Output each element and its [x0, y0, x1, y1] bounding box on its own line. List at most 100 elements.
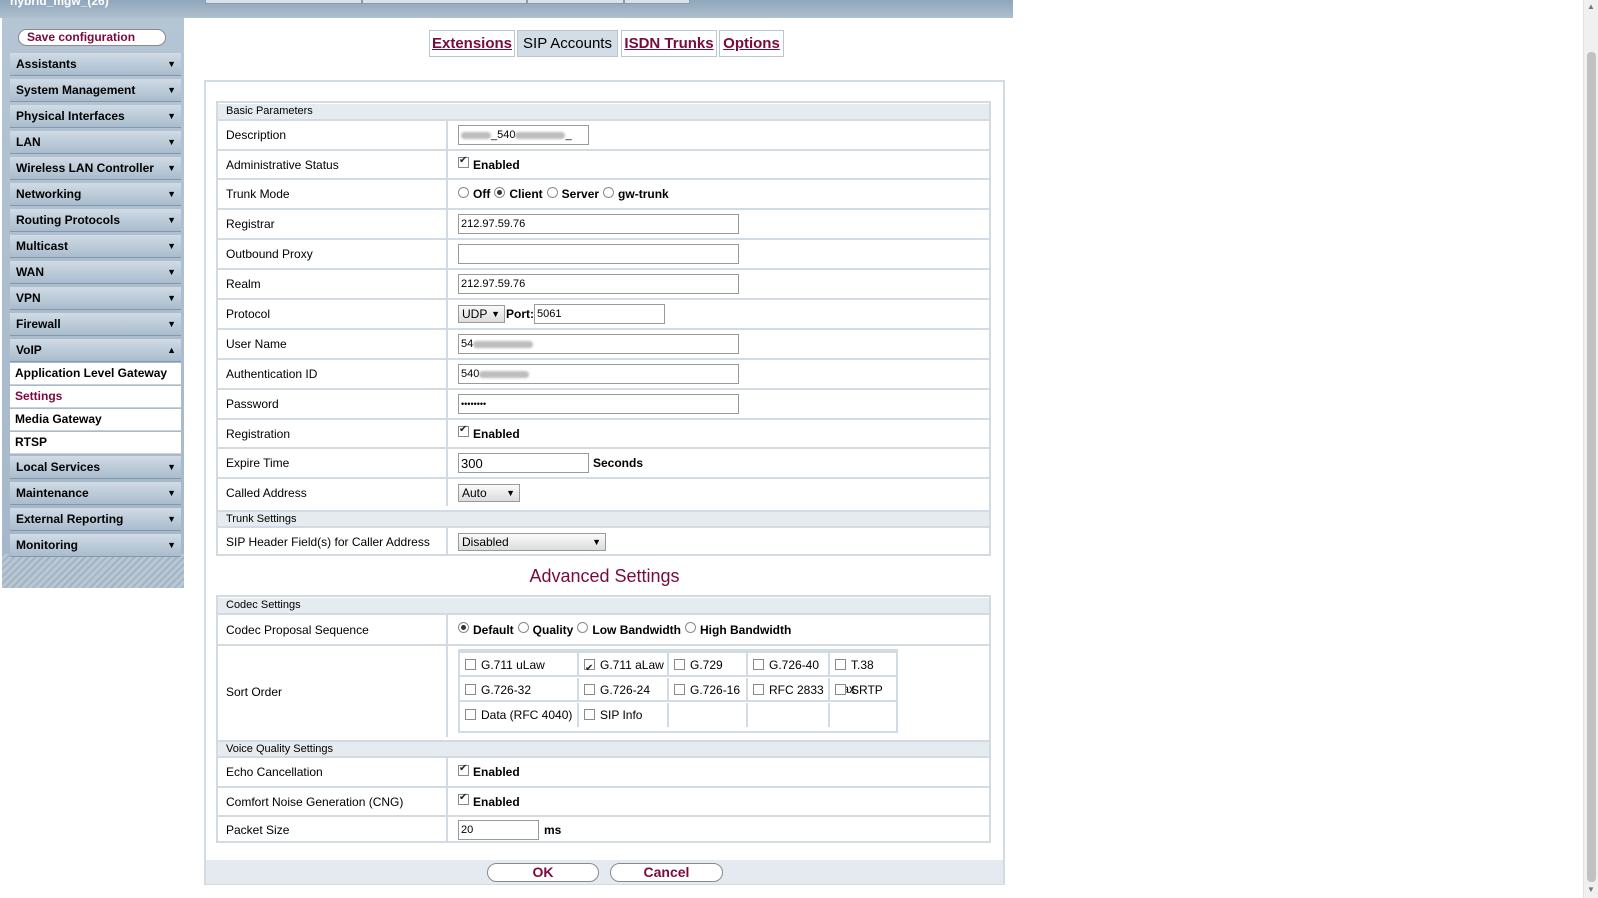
- protocol-select[interactable]: UDP ▼: [458, 305, 505, 323]
- codec-data-rfc4040-checkbox[interactable]: [465, 709, 476, 721]
- codec-cell[interactable]: G.729: [669, 653, 748, 677]
- called-address-select[interactable]: Auto ▼: [458, 483, 520, 502]
- description-input[interactable]: _540 _: [458, 125, 589, 145]
- codec-g726-24-checkbox[interactable]: [584, 684, 595, 696]
- authentication-id-label: Authentication ID: [218, 360, 448, 388]
- codec-g729-checkbox[interactable]: [674, 659, 685, 671]
- sidebar-item-routing-protocols[interactable]: Routing Protocols ▼: [10, 209, 181, 232]
- cng-checkbox[interactable]: [458, 792, 469, 805]
- tab-extensions-link[interactable]: Extensions: [432, 35, 512, 52]
- codec-cell[interactable]: RFC 2833: [748, 678, 830, 702]
- row-registration: Registration Enabled: [218, 418, 989, 447]
- registrar-input[interactable]: [458, 214, 739, 234]
- expire-time-input[interactable]: [458, 453, 589, 473]
- codec-t38-fax-checkbox[interactable]: [835, 659, 846, 671]
- tab-options-link[interactable]: Options: [723, 35, 780, 52]
- codec-cell[interactable]: G.726-24: [579, 678, 669, 702]
- sidebar-item-vpn[interactable]: VPN ▼: [10, 287, 181, 310]
- trunk-mode-gw-trunk-radio[interactable]: [603, 186, 615, 198]
- codec-label: Data (RFC 4040): [481, 708, 573, 722]
- sidebar-item-maintenance[interactable]: Maintenance ▼: [10, 482, 181, 505]
- sidebar-item-firewall[interactable]: Firewall ▼: [10, 313, 181, 336]
- enabled-label: Enabled: [473, 426, 520, 441]
- save-configuration-button[interactable]: Save configuration: [18, 29, 166, 46]
- sidebar-item-external-reporting[interactable]: External Reporting ▼: [10, 508, 181, 531]
- sip-header-fields-select[interactable]: Disabled ▼: [458, 532, 606, 551]
- row-administrative-status: Administrative Status Enabled: [218, 149, 989, 178]
- codec-sip-info-checkbox[interactable]: [584, 709, 595, 721]
- sidebar-item-multicast[interactable]: Multicast ▼: [10, 235, 181, 258]
- user-name-input[interactable]: 54: [458, 334, 739, 354]
- top-tab-stub[interactable]: [362, 0, 527, 4]
- password-input[interactable]: [458, 394, 739, 414]
- sidebar-item-system-management[interactable]: System Management ▼: [10, 79, 181, 102]
- codec-cell[interactable]: SRTP: [830, 678, 896, 702]
- administrative-status-checkbox[interactable]: [458, 155, 469, 168]
- scrollbar-thumb[interactable]: [1587, 52, 1596, 882]
- codec-cell[interactable]: G.711 aLaw: [579, 653, 669, 681]
- ok-button[interactable]: OK: [487, 863, 599, 882]
- codec-cell[interactable]: G.726-32: [460, 678, 579, 702]
- tab-sip-accounts[interactable]: SIP Accounts: [517, 30, 618, 57]
- sidebar-item-physical-interfaces[interactable]: Physical Interfaces ▼: [10, 105, 181, 128]
- port-input[interactable]: [534, 304, 665, 324]
- top-tab-stub[interactable]: [205, 0, 362, 4]
- packet-size-input[interactable]: [458, 820, 539, 840]
- tab-isdn-trunks-link[interactable]: ISDN Trunks: [624, 35, 713, 52]
- sidebar-item-voip[interactable]: VoIP ▲: [10, 339, 181, 362]
- trunk-mode-off-radio[interactable]: [458, 186, 469, 198]
- codec-g726-40-checkbox[interactable]: [753, 659, 764, 671]
- top-tab-stub[interactable]: [527, 0, 624, 4]
- proposal-quality-radio[interactable]: [517, 622, 529, 633]
- sidebar-subitem-media-gateway[interactable]: Media Gateway: [10, 409, 181, 431]
- echo-cancellation-checkbox[interactable]: [458, 763, 469, 776]
- section-basic-parameters: Basic Parameters: [218, 104, 989, 119]
- sidebar-item-monitoring[interactable]: Monitoring ▼: [10, 534, 181, 557]
- trunk-mode-client-radio[interactable]: [494, 186, 506, 198]
- tab-extensions[interactable]: Extensions: [429, 30, 515, 57]
- outbound-proxy-input[interactable]: [458, 244, 739, 264]
- codec-cell[interactable]: G.726-40: [748, 653, 830, 677]
- codec-cell[interactable]: Data (RFC 4040): [460, 703, 579, 727]
- top-tab-stub[interactable]: [624, 0, 690, 4]
- sidebar-item-networking[interactable]: Networking ▼: [10, 183, 181, 206]
- sidebar-item-wan[interactable]: WAN ▼: [10, 261, 181, 284]
- proposal-high-bandwidth-radio[interactable]: [685, 622, 697, 633]
- registration-checkbox[interactable]: [458, 424, 469, 437]
- dropdown-arrow-icon: ▼: [592, 536, 601, 547]
- tab-isdn-trunks[interactable]: ISDN Trunks: [621, 30, 717, 57]
- codec-cell[interactable]: SIP Info: [579, 703, 669, 727]
- proposal-low-bandwidth-radio[interactable]: [577, 622, 589, 633]
- row-description: Description _540 _: [218, 119, 989, 149]
- vertical-scrollbar[interactable]: ▲ ▼: [1583, 0, 1598, 898]
- sip-header-fields-label: SIP Header Field(s) for Caller Address: [218, 528, 448, 555]
- user-name-label: User Name: [218, 330, 448, 358]
- codec-label: RFC 2833: [769, 683, 824, 697]
- codec-cell[interactable]: T.38 Fax: [830, 653, 896, 696]
- cancel-button[interactable]: Cancel: [610, 863, 723, 882]
- sidebar-item-local-services[interactable]: Local Services ▼: [10, 456, 181, 479]
- realm-input[interactable]: [458, 274, 739, 294]
- sidebar-item-lan[interactable]: LAN ▼: [10, 131, 181, 154]
- codec-srtp-checkbox[interactable]: [835, 684, 846, 696]
- codec-g711-alaw-checkbox[interactable]: [584, 657, 595, 681]
- tab-options[interactable]: Options: [719, 30, 784, 57]
- sidebar-subitem-application-level-gateway[interactable]: Application Level Gateway: [10, 363, 181, 385]
- authentication-id-input[interactable]: 540: [458, 364, 739, 384]
- scroll-up-icon[interactable]: ▲: [1587, 2, 1595, 11]
- sidebar-item-wireless-lan-controller[interactable]: Wireless LAN Controller ▼: [10, 157, 181, 180]
- sidebar-subitem-rtsp[interactable]: RTSP: [10, 432, 181, 454]
- codec-rfc2833-checkbox[interactable]: [753, 684, 764, 696]
- sidebar-item-assistants[interactable]: Assistants ▼: [10, 53, 181, 76]
- trunk-mode-server-radio[interactable]: [546, 186, 558, 198]
- row-packet-size: Packet Size ms: [218, 815, 989, 843]
- codec-label: G.726-40: [769, 658, 820, 672]
- proposal-default-radio[interactable]: [458, 622, 469, 633]
- codec-g726-16-checkbox[interactable]: [674, 684, 685, 696]
- sidebar-subitem-settings[interactable]: Settings: [10, 386, 181, 408]
- codec-g711-ulaw-checkbox[interactable]: [465, 659, 476, 671]
- scroll-down-icon[interactable]: ▼: [1587, 885, 1595, 894]
- codec-cell[interactable]: G.711 uLaw: [460, 653, 579, 677]
- codec-cell[interactable]: G.726-16: [669, 678, 748, 702]
- codec-g726-32-checkbox[interactable]: [465, 684, 476, 696]
